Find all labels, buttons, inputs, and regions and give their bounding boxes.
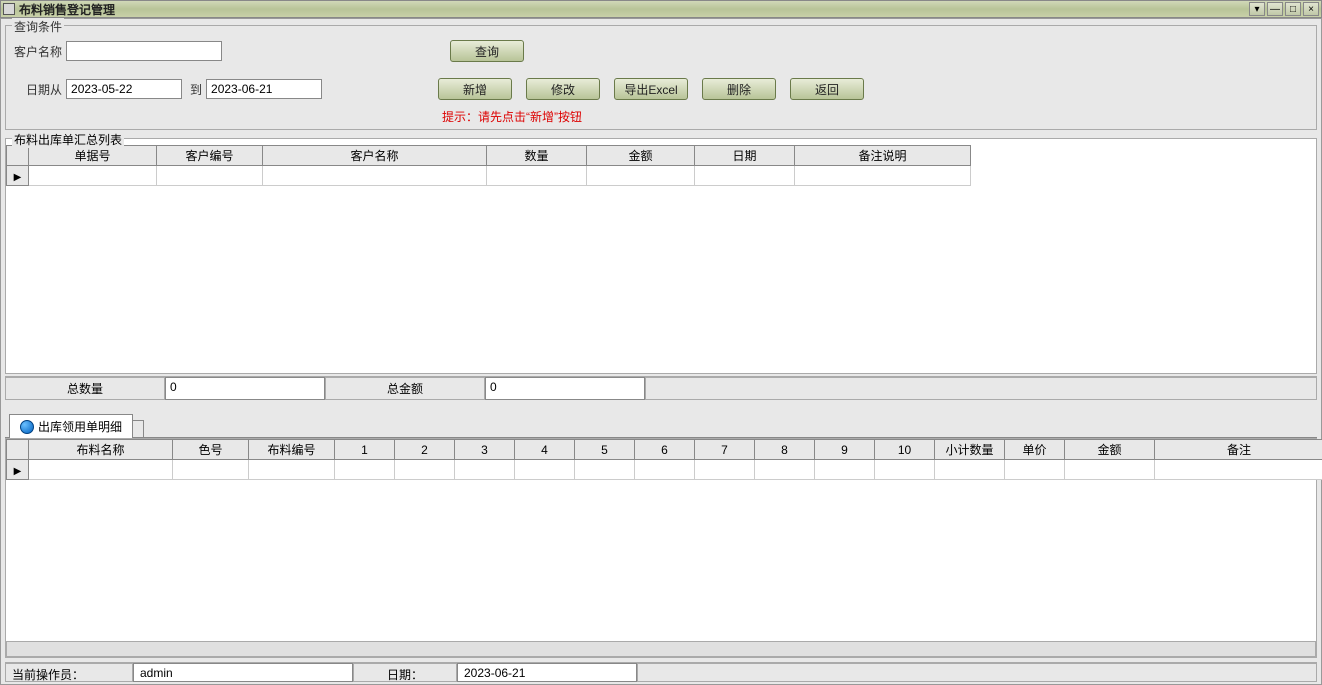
row-indicator: ▶ — [7, 166, 29, 186]
summary-grid-legend: 布料出库单汇总列表 — [12, 131, 124, 148]
col-1[interactable]: 1 — [335, 440, 395, 460]
col-subtotal[interactable]: 小计数量 — [935, 440, 1005, 460]
col-fabric-no[interactable]: 布料编号 — [249, 440, 335, 460]
col-cust-name[interactable]: 客户名称 — [263, 146, 487, 166]
col-qty[interactable]: 数量 — [487, 146, 587, 166]
date-from-label: 日期从 — [26, 81, 62, 98]
col-date[interactable]: 日期 — [695, 146, 795, 166]
col-6[interactable]: 6 — [635, 440, 695, 460]
total-qty-value: 0 — [165, 377, 325, 400]
hint-text: 提示：请先点击“新增”按钮 — [442, 106, 1316, 129]
back-button[interactable]: 返回 — [790, 78, 864, 100]
col-8[interactable]: 8 — [755, 440, 815, 460]
col-5[interactable]: 5 — [575, 440, 635, 460]
summary-grid-body[interactable] — [6, 186, 1316, 373]
col-remark[interactable]: 备注说明 — [795, 146, 971, 166]
export-excel-button[interactable]: 导出Excel — [614, 78, 688, 100]
col-10[interactable]: 10 — [875, 440, 935, 460]
current-row-arrow-icon: ▶ — [14, 466, 22, 477]
summary-grid-panel: 布料出库单汇总列表 单据号 客户编号 客户名称 数量 金额 日期 备注说明 ▶ — [5, 138, 1317, 374]
col-detail-amount[interactable]: 金额 — [1065, 440, 1155, 460]
table-row[interactable]: ▶ — [7, 460, 1322, 480]
app-icon — [3, 3, 15, 15]
summary-grid-header: 单据号 客户编号 客户名称 数量 金额 日期 备注说明 ▶ — [6, 145, 971, 186]
col-color-no[interactable]: 色号 — [173, 440, 249, 460]
window-title: 布料销售登记管理 — [19, 1, 115, 18]
detail-grid-panel: 布料名称 色号 布料编号 1 2 3 4 5 6 7 8 9 10 小计数量 单… — [5, 438, 1317, 658]
status-bar: 当前操作员： admin 日期： 2023-06-21 — [5, 662, 1317, 682]
customer-name-input[interactable] — [66, 41, 222, 61]
status-operator-value: admin — [133, 663, 353, 682]
detail-tab-strip: 出库领用单明细 — [5, 414, 1317, 438]
horizontal-scrollbar[interactable] — [6, 641, 1316, 657]
total-amount-label: 总金额 — [325, 377, 485, 400]
col-7[interactable]: 7 — [695, 440, 755, 460]
customer-name-label: 客户名称 — [14, 43, 62, 60]
total-qty-label: 总数量 — [5, 377, 165, 400]
col-doc-no[interactable]: 单据号 — [29, 146, 157, 166]
col-price[interactable]: 单价 — [1005, 440, 1065, 460]
table-row[interactable]: ▶ — [7, 166, 971, 186]
minimize-button[interactable]: — — [1267, 2, 1283, 16]
current-row-arrow-icon: ▶ — [14, 172, 22, 183]
query-button[interactable]: 查询 — [450, 40, 524, 62]
col-9[interactable]: 9 — [815, 440, 875, 460]
maximize-button[interactable]: □ — [1285, 2, 1301, 16]
detail-grid-header: 布料名称 色号 布料编号 1 2 3 4 5 6 7 8 9 10 小计数量 单… — [6, 439, 1322, 480]
total-amount-value: 0 — [485, 377, 645, 400]
search-legend: 查询条件 — [12, 18, 64, 35]
tab-outbound-detail[interactable]: 出库领用单明细 — [9, 414, 133, 438]
search-panel: 查询条件 客户名称 查询 日期从 到 新增 修改 导出Excel 删除 返回 提… — [5, 25, 1317, 130]
col-detail-remark[interactable]: 备注 — [1155, 440, 1322, 460]
date-to-label: 到 — [190, 81, 202, 98]
tab-placeholder[interactable] — [132, 420, 144, 438]
status-date-value: 2023-06-21 — [457, 663, 637, 682]
edit-button[interactable]: 修改 — [526, 78, 600, 100]
status-operator-label: 当前操作员： — [5, 663, 133, 682]
col-fabric-name[interactable]: 布料名称 — [29, 440, 173, 460]
status-date-label: 日期： — [353, 663, 457, 682]
row-header-corner — [7, 146, 29, 166]
date-from-input[interactable] — [66, 79, 182, 99]
detail-row-header-corner — [7, 440, 29, 460]
close-button[interactable]: × — [1303, 2, 1319, 16]
tab-label: 出库领用单明细 — [38, 418, 122, 435]
detail-grid-body[interactable] — [6, 480, 1316, 641]
window-titlebar[interactable]: 布料销售登记管理 ▾ — □ × — [0, 0, 1322, 18]
totals-row: 总数量 0 总金额 0 — [5, 376, 1317, 400]
delete-button[interactable]: 删除 — [702, 78, 776, 100]
col-2[interactable]: 2 — [395, 440, 455, 460]
col-4[interactable]: 4 — [515, 440, 575, 460]
add-button[interactable]: 新增 — [438, 78, 512, 100]
col-cust-no[interactable]: 客户编号 — [157, 146, 263, 166]
col-amount[interactable]: 金额 — [587, 146, 695, 166]
date-to-input[interactable] — [206, 79, 322, 99]
restore-down-icon[interactable]: ▾ — [1249, 2, 1265, 16]
row-indicator: ▶ — [7, 460, 29, 480]
col-3[interactable]: 3 — [455, 440, 515, 460]
globe-icon — [20, 420, 34, 434]
